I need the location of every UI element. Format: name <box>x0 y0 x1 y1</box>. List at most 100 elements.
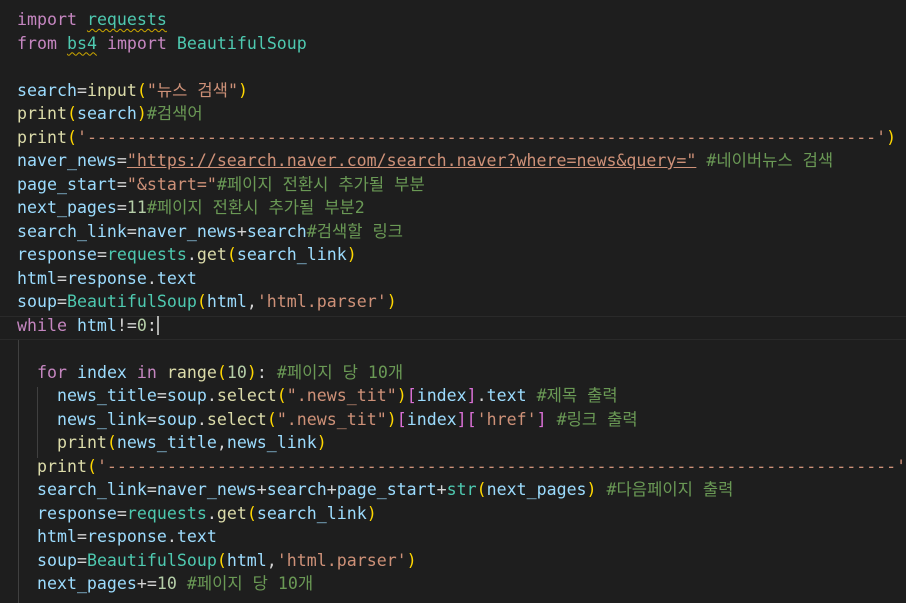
code-token: = <box>116 198 127 217</box>
code-token: requests <box>86 10 167 29</box>
code-token: next_pages <box>36 574 137 593</box>
code-line-text: response=requests.get(search_link) <box>17 502 377 526</box>
code-line[interactable]: response=requests.get(search_link) <box>0 502 906 526</box>
code-token: import <box>106 33 167 53</box>
code-line-text: print(search)#검색어 <box>17 102 203 126</box>
code-line[interactable]: from bs4 import BeautifulSoup <box>0 32 906 56</box>
code-token: soup <box>36 550 77 570</box>
code-line[interactable]: print(news_title,news_link) <box>0 431 906 455</box>
code-token: ( <box>276 386 287 405</box>
code-line[interactable]: naver_news="https://search.naver.com/sea… <box>0 149 906 173</box>
code-line[interactable] <box>0 337 906 361</box>
code-token: #페이지 당 10개 <box>186 574 314 593</box>
code-line[interactable]: news_title=soup.select(".news_tit")[inde… <box>0 384 906 408</box>
code-token: ) <box>136 104 147 123</box>
code-token: [ <box>466 409 477 429</box>
code-line[interactable]: import requests <box>0 8 906 32</box>
code-token: search <box>76 104 137 123</box>
code-token: str <box>446 480 477 499</box>
code-line-text: next_pages=11#페이지 전환시 추가될 부분2 <box>17 196 365 220</box>
code-token: search_link <box>256 503 367 523</box>
code-token: html <box>76 315 117 335</box>
code-token: ) <box>396 386 407 405</box>
code-token: search_link <box>17 221 127 241</box>
code-token: + <box>256 480 267 499</box>
code-line-text: response=requests.get(search_link) <box>17 243 357 267</box>
code-token: #다음페이지 출력 <box>606 480 734 499</box>
code-token: text <box>176 527 217 546</box>
code-line[interactable]: next_pages=11#페이지 전환시 추가될 부분2 <box>0 196 906 220</box>
code-token: requests <box>126 503 207 523</box>
code-token: print <box>17 127 67 147</box>
code-token: ) <box>366 503 377 523</box>
code-line-text: print(news_title,news_link) <box>17 431 327 455</box>
code-token: select <box>206 409 267 429</box>
code-token: news_title <box>116 433 217 452</box>
code-line[interactable]: page_start="&start="#페이지 전환시 추가될 부분 <box>0 173 906 197</box>
code-line[interactable]: next_pages+=10 #페이지 당 10개 <box>0 572 906 596</box>
code-token: 10 <box>226 362 247 382</box>
code-line-text: while html!=0: <box>17 314 159 338</box>
code-token: input <box>86 80 137 100</box>
code-line[interactable]: search_link=naver_news+search#검색할 링크 <box>0 220 906 244</box>
code-token: from <box>17 33 57 53</box>
code-token: . <box>196 409 207 429</box>
code-token: = <box>76 527 87 546</box>
code-line[interactable]: html=response.text <box>0 525 906 549</box>
code-token: soup <box>156 409 197 429</box>
code-token: page_start <box>336 480 437 499</box>
code-line[interactable]: search=input("뉴스 검색") <box>0 79 906 103</box>
code-token: [ <box>406 386 417 405</box>
code-token: get <box>216 503 247 523</box>
code-token: "뉴스 검색" <box>146 80 238 100</box>
code-token: html <box>36 527 77 546</box>
code-token: . <box>206 503 217 523</box>
code-token: soup <box>17 292 57 311</box>
code-line[interactable]: soup=BeautifulSoup(html,'html.parser') <box>0 549 906 573</box>
code-line[interactable]: print('---------------------------------… <box>0 126 906 150</box>
code-token: ( <box>226 245 237 264</box>
code-token: = <box>146 409 157 429</box>
code-token: index <box>416 386 467 405</box>
code-token: print <box>56 433 107 452</box>
code-line[interactable]: response=requests.get(search_link) <box>0 243 906 267</box>
code-token: ) <box>346 245 357 264</box>
code-line[interactable]: print('---------------------------------… <box>0 455 906 479</box>
code-token: text <box>486 386 527 405</box>
code-line[interactable] <box>0 55 906 79</box>
code-line[interactable]: search_link=naver_news+search+page_start… <box>0 478 906 502</box>
code-token: 'html.parser' <box>276 550 407 570</box>
code-token: + <box>236 221 247 241</box>
code-line[interactable]: print(search)#검색어 <box>0 102 906 126</box>
code-token: = <box>56 268 67 288</box>
code-line[interactable]: while html!=0: <box>0 314 906 338</box>
code-token: response <box>36 503 117 523</box>
code-line-text: soup=BeautifulSoup(html,'html.parser') <box>17 549 417 573</box>
code-line-text: html=response.text <box>17 267 197 291</box>
code-token: + <box>326 480 337 499</box>
code-token: naver_news <box>17 151 117 170</box>
code-line[interactable]: news_link=soup.select(".news_tit")[index… <box>0 408 906 432</box>
code-token: += <box>136 574 157 593</box>
code-line-text: naver_news="https://search.naver.com/sea… <box>17 149 833 173</box>
code-token: , <box>266 550 277 570</box>
code-token: 0 <box>136 315 147 335</box>
code-token: ".news_tit" <box>276 409 387 429</box>
code-token: : <box>146 315 157 335</box>
code-editor[interactable]: import requests from bs4 import Beautiful… <box>0 0 906 603</box>
code-token: ( <box>216 550 227 570</box>
code-line[interactable]: html=response.text <box>0 267 906 291</box>
code-token: ) <box>316 433 327 452</box>
code-line[interactable]: soup=BeautifulSoup(html,'html.parser') <box>0 290 906 314</box>
code-line[interactable]: for index in range(10): #페이지 당 10개 <box>0 361 906 385</box>
code-token: requests <box>106 245 187 264</box>
code-token: . <box>476 386 487 405</box>
